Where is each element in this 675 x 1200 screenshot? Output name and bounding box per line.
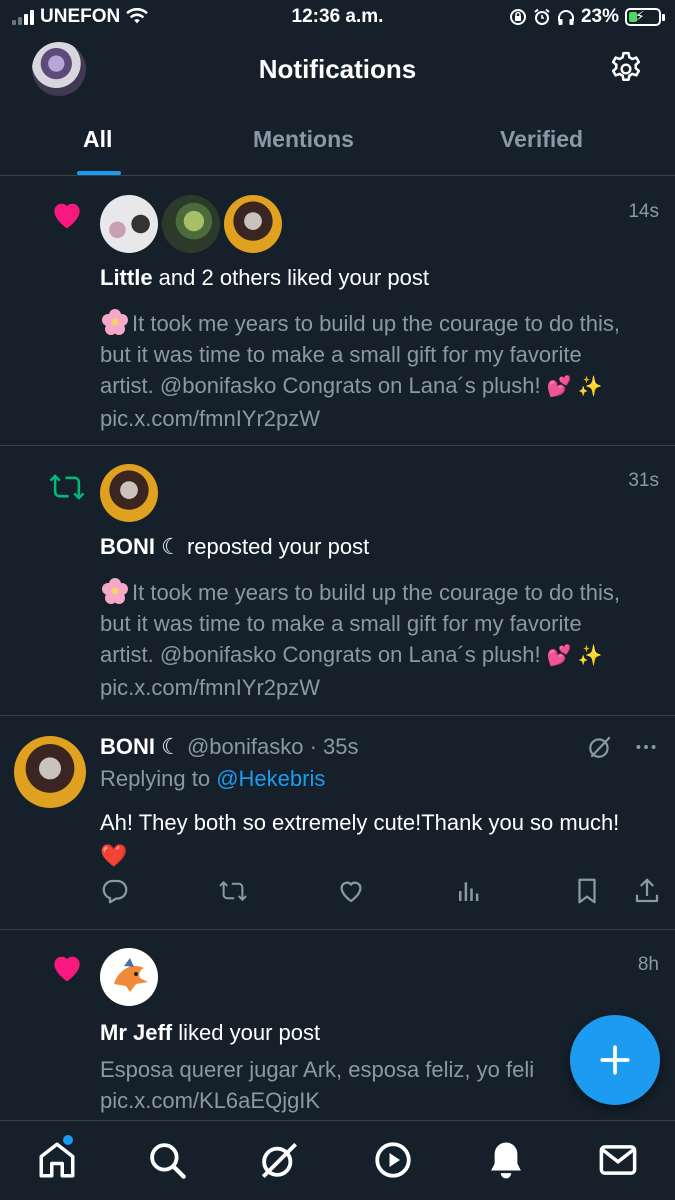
post-text: Esposa querer jugar Ark, esposa feliz, y…: [100, 1057, 535, 1082]
avatar[interactable]: [162, 195, 220, 253]
heart-icon: [48, 195, 86, 233]
tab-all[interactable]: All: [83, 126, 112, 153]
avatar[interactable]: [100, 464, 158, 522]
grok-icon[interactable]: [258, 1139, 300, 1181]
tab-mentions[interactable]: Mentions: [253, 126, 354, 153]
alarm-icon: [533, 8, 551, 26]
timestamp: 14s: [628, 201, 659, 222]
author-handle[interactable]: @bonifasko: [187, 734, 304, 759]
replying-prefix: Replying to: [100, 766, 217, 791]
bookmark-icon[interactable]: [572, 876, 602, 906]
timestamp: 31s: [628, 470, 659, 491]
repost-icon[interactable]: [218, 876, 248, 906]
repost-icon: [48, 468, 86, 506]
notification-repost[interactable]: 31s BONI ☾ reposted your post It took me…: [0, 446, 675, 716]
reply-header: BONI ☾ @bonifasko · 35s: [100, 734, 359, 760]
reply-text: Ah! They both so extremely cute!Thank yo…: [100, 810, 620, 868]
page-title: Notifications: [258, 54, 417, 84]
post-preview[interactable]: Esposa querer jugar Ark, esposa feliz, y…: [100, 1054, 640, 1116]
bottom-nav: [0, 1120, 675, 1200]
compose-button[interactable]: [570, 1015, 660, 1105]
rotation-lock-icon: [509, 8, 527, 26]
timestamp: 8h: [637, 954, 659, 975]
avatar[interactable]: [14, 736, 86, 808]
more-options-icon[interactable]: [633, 734, 659, 760]
avatar[interactable]: [100, 195, 158, 253]
gear-icon[interactable]: [607, 50, 645, 88]
action-text: and 2 others liked your post: [152, 265, 429, 290]
notifications-icon[interactable]: [485, 1139, 527, 1181]
avatar[interactable]: [224, 195, 282, 253]
home-icon[interactable]: [36, 1139, 78, 1181]
unread-dot: [63, 1135, 73, 1145]
sparkles-emoji: ✨: [577, 376, 603, 398]
sparkles-emoji: ✨: [577, 645, 603, 667]
reply-icon[interactable]: [100, 876, 130, 906]
blossom-icon: [100, 576, 130, 606]
notification-like[interactable]: 14s Little and 2 others liked your post …: [0, 177, 675, 446]
replying-to-link[interactable]: @Hekebris: [216, 766, 325, 791]
battery-percent: 23%: [580, 6, 619, 27]
notification-text: BONI ☾ reposted your post: [100, 534, 369, 560]
timestamp: 35s: [323, 734, 359, 759]
actor-name[interactable]: BONI ☾: [100, 534, 181, 559]
post-preview[interactable]: It took me years to build up the courage…: [100, 576, 640, 703]
notification-text: Mr Jeff liked your post: [100, 1020, 320, 1046]
actor-name[interactable]: Little: [100, 265, 153, 290]
heart-icon: [48, 948, 86, 986]
blossom-icon: [100, 307, 130, 337]
post-text: It took me years to build up the courage…: [100, 311, 620, 398]
status-right: 23% ⚡: [509, 6, 665, 28]
video-icon[interactable]: [372, 1139, 414, 1181]
tab-bar: All Mentions Verified: [0, 110, 675, 176]
search-icon[interactable]: [146, 1139, 188, 1181]
action-text: liked your post: [172, 1020, 321, 1045]
replying-to: Replying to @Hekebris: [100, 766, 325, 792]
status-bar: UNEFON 12:36 a.m. 23% ⚡: [0, 0, 675, 36]
notification-reply[interactable]: BONI ☾ @bonifasko · 35s Replying to @Hek…: [0, 716, 675, 930]
hearts-emoji: 💕: [546, 376, 572, 398]
post-link[interactable]: pic.x.com/KL6aEQjgIK: [100, 1088, 320, 1113]
separator: ·: [303, 734, 324, 759]
grok-icon[interactable]: [587, 734, 613, 760]
notification-text: Little and 2 others liked your post: [100, 265, 429, 291]
post-text: It took me years to build up the courage…: [100, 580, 620, 667]
views-icon[interactable]: [454, 876, 484, 906]
like-icon[interactable]: [336, 876, 366, 906]
reply-top-actions: [587, 734, 659, 760]
share-icon[interactable]: [632, 876, 662, 906]
messages-icon[interactable]: [597, 1139, 639, 1181]
post-link[interactable]: pic.x.com/fmnIYr2pzW: [100, 675, 320, 700]
actor-name[interactable]: Mr Jeff: [100, 1020, 172, 1045]
avatar[interactable]: [100, 948, 158, 1006]
post-preview[interactable]: It took me years to build up the courage…: [100, 307, 640, 434]
notification-like[interactable]: 8h Mr Jeff liked your post Esposa querer…: [0, 930, 675, 1120]
active-tab-indicator: [77, 171, 121, 175]
battery-icon: ⚡: [625, 8, 665, 26]
author-name[interactable]: BONI ☾: [100, 734, 181, 759]
tab-verified[interactable]: Verified: [500, 126, 583, 153]
plus-icon: [598, 1043, 632, 1077]
action-text: reposted your post: [180, 534, 370, 559]
post-link[interactable]: pic.x.com/fmnIYr2pzW: [100, 406, 320, 431]
header: Notifications: [0, 36, 675, 102]
reply-action-bar: [100, 876, 660, 910]
hearts-emoji: 💕: [546, 645, 572, 667]
headphones-icon: [557, 8, 575, 26]
